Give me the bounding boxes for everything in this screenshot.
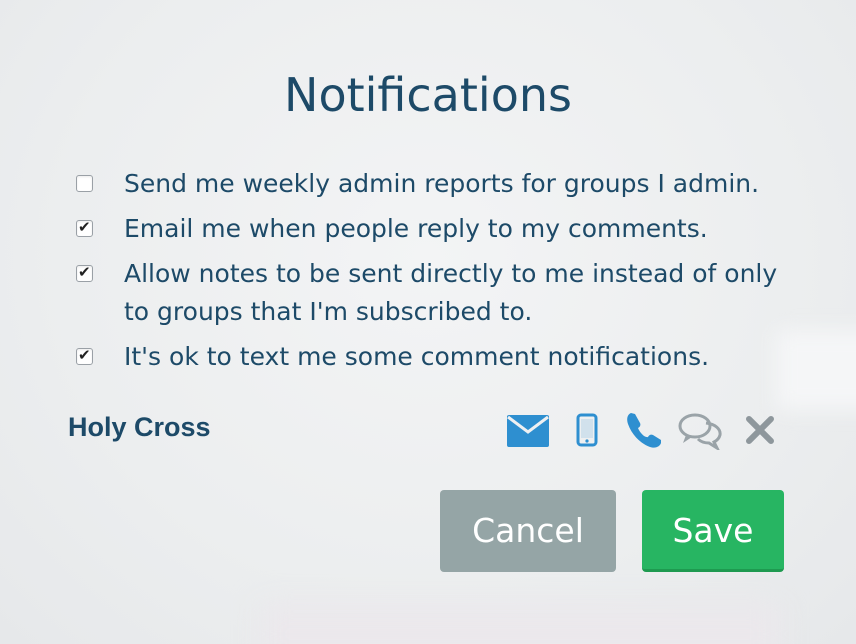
weekly-admin-reports-checkbox[interactable] — [76, 175, 93, 192]
mobile-phone-icon[interactable] — [576, 410, 598, 450]
dialog-title: Notifications — [284, 68, 572, 122]
text-notifications-checkbox[interactable]: ✔ — [76, 346, 93, 365]
option-email-replies[interactable]: ✔ Email me when people reply to my comme… — [72, 210, 792, 248]
chat-bubbles-icon[interactable] — [678, 410, 724, 450]
phone-icon[interactable] — [625, 410, 663, 450]
group-name: Holy Cross — [68, 412, 211, 442]
envelope-icon[interactable] — [506, 410, 550, 450]
checkmark-icon: ✔ — [78, 263, 91, 281]
option-weekly-admin-reports[interactable]: Send me weekly admin reports for groups … — [72, 165, 792, 203]
cancel-button[interactable]: Cancel — [440, 490, 616, 572]
email-replies-checkbox[interactable]: ✔ — [76, 218, 93, 237]
checkmark-icon: ✔ — [78, 218, 91, 236]
option-direct-notes[interactable]: ✔ Allow notes to be sent directly to me … — [72, 255, 792, 331]
group-notification-row: Holy Cross — [68, 410, 780, 454]
option-label: It's ok to text me some comment notifica… — [124, 342, 710, 371]
option-label: Email me when people reply to my comment… — [124, 214, 708, 243]
checkmark-icon: ✔ — [78, 346, 91, 364]
direct-notes-checkbox[interactable]: ✔ — [76, 263, 93, 282]
notifications-page: Notifications Send me weekly admin repor… — [0, 0, 856, 644]
option-text-notifications[interactable]: ✔ It's ok to text me some comment notifi… — [72, 338, 792, 376]
background-decoration — [260, 604, 780, 644]
option-label: Send me weekly admin reports for groups … — [124, 169, 760, 198]
notification-options: Send me weekly admin reports for groups … — [72, 165, 792, 383]
close-icon[interactable] — [744, 410, 776, 450]
option-label: Allow notes to be sent directly to me in… — [124, 259, 778, 326]
save-button[interactable]: Save — [642, 490, 784, 572]
